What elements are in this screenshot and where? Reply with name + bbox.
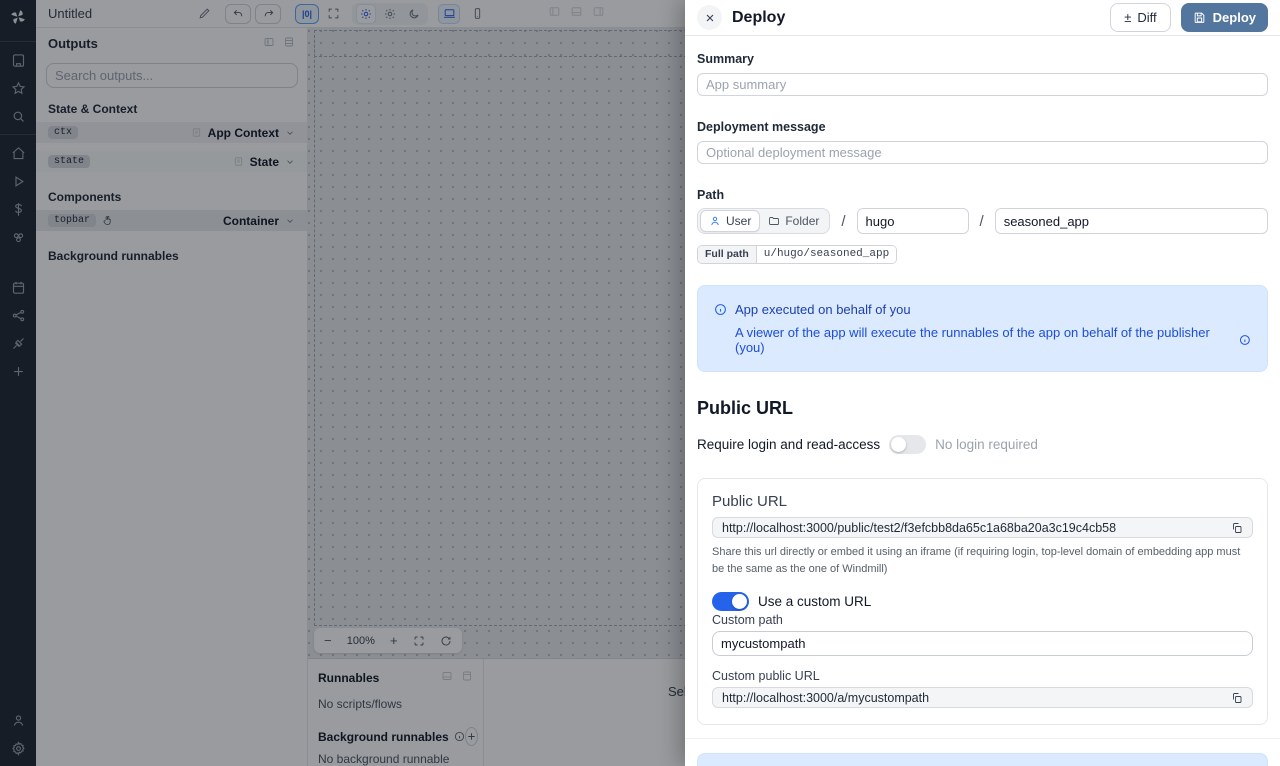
public-url-heading: Public URL	[697, 398, 1268, 419]
deployment-message-input[interactable]	[697, 141, 1268, 164]
custom-public-url-value: http://localhost:3000/a/mycustompath	[722, 691, 1231, 705]
owner-kind-user[interactable]: User	[700, 210, 760, 232]
app-window: Untitled |0|	[0, 0, 1280, 766]
use-custom-url-toggle[interactable]	[712, 592, 749, 611]
custom-path-input[interactable]	[712, 631, 1253, 656]
infobox-body: A viewer of the app will execute the run…	[735, 325, 1233, 355]
latest-deploy-infobox: Only latest deployed app is publicly ava…	[697, 753, 1268, 766]
public-url-label: Public URL	[712, 493, 1253, 510]
drawer-title: Deploy	[732, 9, 1100, 27]
executed-on-behalf-infobox: App executed on behalf of you A viewer o…	[697, 285, 1268, 372]
section-divider	[685, 738, 1280, 739]
path-separator: /	[980, 213, 984, 230]
path-owner-input[interactable]	[857, 208, 969, 234]
use-custom-url-label: Use a custom URL	[758, 594, 871, 609]
path-separator: /	[841, 213, 845, 230]
share-hint: Share this url directly or embed it usin…	[712, 544, 1253, 577]
custom-public-url-label: Custom public URL	[712, 669, 1253, 683]
plus-minus-icon: ±	[1124, 10, 1131, 25]
require-login-label: Require login and read-access	[697, 437, 880, 452]
path-name-input[interactable]	[995, 208, 1268, 234]
require-login-status: No login required	[935, 437, 1038, 452]
folder-icon	[768, 215, 780, 227]
require-login-toggle[interactable]	[889, 435, 926, 454]
deployment-message-label: Deployment message	[697, 120, 1268, 134]
copy-icon[interactable]	[1231, 692, 1243, 704]
public-url-card: Public URL http://localhost:3000/public/…	[697, 478, 1268, 725]
owner-kind-folder[interactable]: Folder	[760, 210, 827, 232]
info-icon	[714, 303, 727, 316]
deploy-drawer: Deploy ± Diff Deploy Summary Deployment …	[685, 0, 1280, 766]
info-icon	[1239, 334, 1251, 346]
infobox-title: App executed on behalf of you	[735, 302, 911, 317]
full-path-value: u/hugo/seasoned_app	[757, 246, 896, 263]
user-icon	[709, 215, 721, 227]
owner-kind-toggle: User Folder	[697, 208, 830, 234]
close-icon[interactable]	[697, 5, 722, 30]
full-path-label: Full path	[698, 246, 757, 263]
copy-icon[interactable]	[1231, 522, 1243, 534]
save-icon	[1193, 11, 1206, 24]
deploy-button[interactable]: Deploy	[1181, 3, 1268, 32]
full-path-badge: Full path u/hugo/seasoned_app	[697, 245, 897, 264]
custom-public-url-field: http://localhost:3000/a/mycustompath	[712, 687, 1253, 708]
summary-input[interactable]	[697, 73, 1268, 96]
summary-label: Summary	[697, 52, 1268, 66]
path-label: Path	[697, 188, 1268, 202]
public-url-field: http://localhost:3000/public/test2/f3efc…	[712, 517, 1253, 538]
custom-path-label: Custom path	[712, 613, 1253, 627]
public-url-value: http://localhost:3000/public/test2/f3efc…	[722, 521, 1231, 535]
diff-button[interactable]: ± Diff	[1110, 3, 1170, 32]
